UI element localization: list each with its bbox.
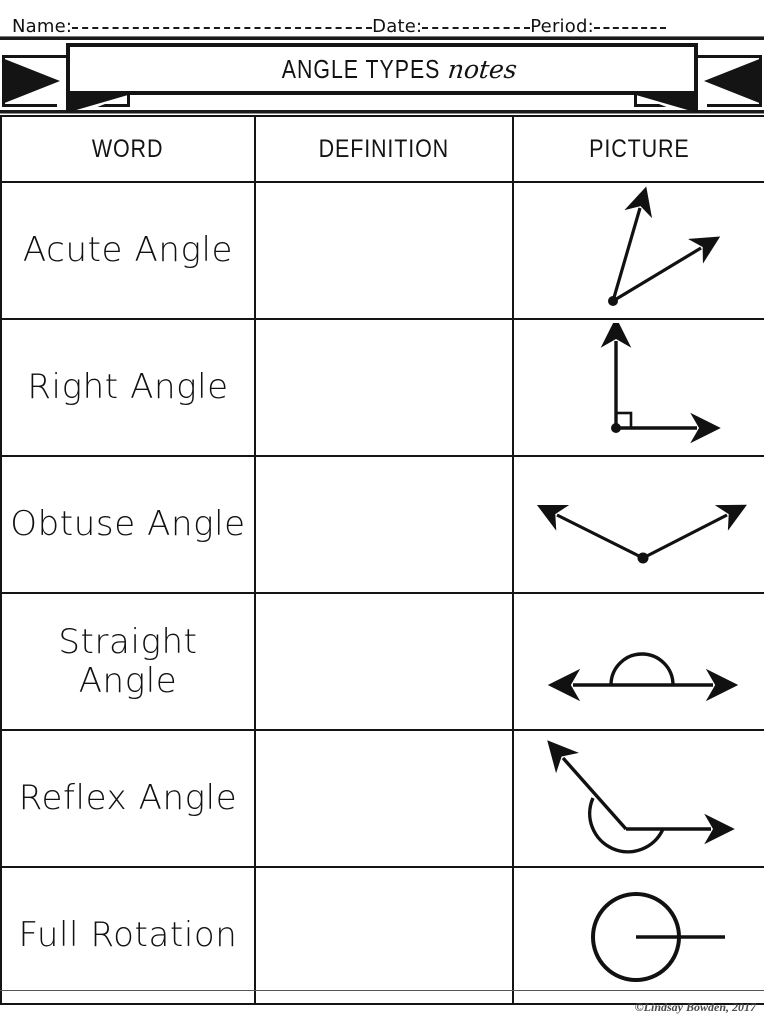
- right-angle-icon: [600, 322, 721, 443]
- page-title-caps: ANGLE TYPES: [282, 53, 441, 84]
- period-input-line[interactable]: [593, 17, 666, 29]
- student-info-bar: Name: Date: Period:: [0, 0, 764, 37]
- worksheet-page: Name: Date: Period: ANGLE TYPES notes WO…: [0, 0, 764, 1024]
- definition-cell-acute[interactable]: [254, 181, 514, 320]
- name-label: Name:: [12, 16, 73, 37]
- picture-cell-reflex: [512, 729, 764, 868]
- table-row: Full Rotation: [0, 866, 764, 1005]
- picture-cell-acute: [512, 181, 764, 320]
- header-divider: [0, 36, 764, 40]
- word-cell-acute: Acute Angle: [0, 181, 256, 320]
- copyright-notice: ©Lindsay Bowden, 2017: [634, 1000, 756, 1014]
- picture-cell-obtuse: [512, 455, 764, 594]
- table-header-row: WORD DEFINITION PICTURE: [0, 115, 764, 183]
- ribbon-notch-left-icon: [2, 58, 105, 123]
- date-input-line[interactable]: [422, 17, 531, 29]
- picture-cell-right: [512, 318, 764, 457]
- word-cell-full-rotation: Full Rotation: [0, 866, 256, 1005]
- definition-cell-full-rotation[interactable]: [254, 866, 514, 1005]
- table-row: Reflex Angle: [0, 729, 764, 868]
- word-cell-obtuse: Obtuse Angle: [0, 455, 256, 594]
- table-row: Acute Angle: [0, 181, 764, 320]
- column-header-word: WORD: [0, 115, 256, 183]
- title-ribbon: ANGLE TYPES notes: [0, 41, 764, 123]
- full-rotation-icon: [591, 891, 725, 982]
- table-row: Right Angle: [0, 318, 764, 457]
- angle-types-table: WORD DEFINITION PICTURE Acute Angle Righ…: [0, 115, 764, 1005]
- ribbon-notch-right-icon: [659, 58, 762, 123]
- picture-cell-full-rotation: [512, 866, 764, 1005]
- period-label: Period:: [530, 16, 594, 37]
- ribbon-fold-right-icon: [636, 95, 698, 113]
- column-header-definition: DEFINITION: [254, 115, 514, 183]
- straight-angle-icon: [547, 651, 739, 701]
- obtuse-angle-icon: [536, 504, 747, 563]
- table-row: Obtuse Angle: [0, 455, 764, 594]
- ribbon-fold-left-icon: [66, 95, 128, 113]
- footer-divider: [0, 990, 764, 991]
- ribbon-center-panel: ANGLE TYPES notes: [66, 43, 698, 95]
- definition-cell-obtuse[interactable]: [254, 455, 514, 594]
- acute-angle-icon: [608, 185, 721, 306]
- definition-cell-reflex[interactable]: [254, 729, 514, 868]
- picture-cell-straight: [512, 592, 764, 731]
- definition-cell-straight[interactable]: [254, 592, 514, 731]
- reflex-angle-icon: [547, 740, 735, 854]
- definition-cell-right[interactable]: [254, 318, 514, 457]
- page-title: ANGLE TYPES notes: [247, 53, 519, 85]
- word-cell-reflex: Reflex Angle: [0, 729, 256, 868]
- table-row: Straight Angle: [0, 592, 764, 731]
- column-header-picture: PICTURE: [512, 115, 764, 183]
- word-cell-right: Right Angle: [0, 318, 256, 457]
- date-label: Date:: [372, 16, 423, 37]
- name-input-line[interactable]: [72, 17, 373, 29]
- page-title-script: notes: [446, 54, 519, 84]
- word-cell-straight: Straight Angle: [0, 592, 256, 731]
